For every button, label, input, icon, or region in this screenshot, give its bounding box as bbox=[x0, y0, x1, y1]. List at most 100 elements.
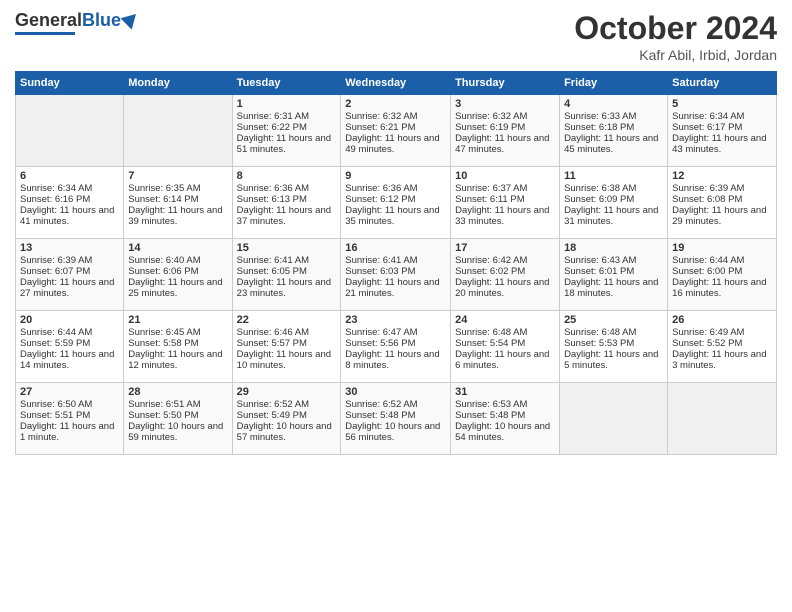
weekday-header: Friday bbox=[560, 72, 668, 95]
sunrise-text: Sunrise: 6:46 AM bbox=[237, 327, 337, 338]
sunset-text: Sunset: 6:00 PM bbox=[672, 266, 772, 277]
sunset-text: Sunset: 6:08 PM bbox=[672, 194, 772, 205]
day-number: 18 bbox=[564, 242, 663, 254]
calendar-cell: 15Sunrise: 6:41 AMSunset: 6:05 PMDayligh… bbox=[232, 239, 341, 311]
sunrise-text: Sunrise: 6:45 AM bbox=[128, 327, 227, 338]
daylight-text: Daylight: 11 hours and 18 minutes. bbox=[564, 277, 663, 299]
sunset-text: Sunset: 5:57 PM bbox=[237, 338, 337, 349]
calendar-cell: 25Sunrise: 6:48 AMSunset: 5:53 PMDayligh… bbox=[560, 311, 668, 383]
sunset-text: Sunset: 5:50 PM bbox=[128, 410, 227, 421]
day-number: 24 bbox=[455, 314, 555, 326]
calendar-week-row: 1Sunrise: 6:31 AMSunset: 6:22 PMDaylight… bbox=[16, 95, 777, 167]
calendar-cell: 31Sunrise: 6:53 AMSunset: 5:48 PMDayligh… bbox=[451, 383, 560, 455]
weekday-header: Monday bbox=[124, 72, 232, 95]
calendar-week-row: 27Sunrise: 6:50 AMSunset: 5:51 PMDayligh… bbox=[16, 383, 777, 455]
calendar-week-row: 20Sunrise: 6:44 AMSunset: 5:59 PMDayligh… bbox=[16, 311, 777, 383]
sunset-text: Sunset: 6:03 PM bbox=[345, 266, 446, 277]
day-number: 8 bbox=[237, 170, 337, 182]
calendar-cell: 16Sunrise: 6:41 AMSunset: 6:03 PMDayligh… bbox=[341, 239, 451, 311]
daylight-text: Daylight: 10 hours and 56 minutes. bbox=[345, 421, 446, 443]
logo-blue-text: Blue bbox=[82, 10, 121, 31]
daylight-text: Daylight: 11 hours and 25 minutes. bbox=[128, 277, 227, 299]
sunset-text: Sunset: 5:59 PM bbox=[20, 338, 119, 349]
day-number: 28 bbox=[128, 386, 227, 398]
calendar-table: SundayMondayTuesdayWednesdayThursdayFrid… bbox=[15, 71, 777, 455]
title-block: October 2024 Kafr Abil, Irbid, Jordan bbox=[574, 10, 777, 63]
daylight-text: Daylight: 11 hours and 33 minutes. bbox=[455, 205, 555, 227]
calendar-cell: 18Sunrise: 6:43 AMSunset: 6:01 PMDayligh… bbox=[560, 239, 668, 311]
day-number: 21 bbox=[128, 314, 227, 326]
sunset-text: Sunset: 5:51 PM bbox=[20, 410, 119, 421]
day-number: 25 bbox=[564, 314, 663, 326]
calendar-cell: 1Sunrise: 6:31 AMSunset: 6:22 PMDaylight… bbox=[232, 95, 341, 167]
sunrise-text: Sunrise: 6:38 AM bbox=[564, 183, 663, 194]
sunrise-text: Sunrise: 6:34 AM bbox=[20, 183, 119, 194]
sunset-text: Sunset: 6:17 PM bbox=[672, 122, 772, 133]
day-number: 15 bbox=[237, 242, 337, 254]
sunrise-text: Sunrise: 6:51 AM bbox=[128, 399, 227, 410]
sunset-text: Sunset: 6:01 PM bbox=[564, 266, 663, 277]
sunset-text: Sunset: 6:06 PM bbox=[128, 266, 227, 277]
calendar-cell: 30Sunrise: 6:52 AMSunset: 5:48 PMDayligh… bbox=[341, 383, 451, 455]
daylight-text: Daylight: 11 hours and 41 minutes. bbox=[20, 205, 119, 227]
daylight-text: Daylight: 11 hours and 43 minutes. bbox=[672, 133, 772, 155]
day-number: 1 bbox=[237, 98, 337, 110]
page-header: General Blue October 2024 Kafr Abil, Irb… bbox=[15, 10, 777, 63]
logo-general-text: General bbox=[15, 10, 82, 31]
calendar-cell bbox=[560, 383, 668, 455]
sunrise-text: Sunrise: 6:31 AM bbox=[237, 111, 337, 122]
daylight-text: Daylight: 11 hours and 5 minutes. bbox=[564, 349, 663, 371]
sunset-text: Sunset: 5:56 PM bbox=[345, 338, 446, 349]
daylight-text: Daylight: 11 hours and 35 minutes. bbox=[345, 205, 446, 227]
sunrise-text: Sunrise: 6:49 AM bbox=[672, 327, 772, 338]
daylight-text: Daylight: 11 hours and 10 minutes. bbox=[237, 349, 337, 371]
day-number: 3 bbox=[455, 98, 555, 110]
calendar-cell: 9Sunrise: 6:36 AMSunset: 6:12 PMDaylight… bbox=[341, 167, 451, 239]
calendar-cell: 14Sunrise: 6:40 AMSunset: 6:06 PMDayligh… bbox=[124, 239, 232, 311]
sunrise-text: Sunrise: 6:35 AM bbox=[128, 183, 227, 194]
sunrise-text: Sunrise: 6:52 AM bbox=[345, 399, 446, 410]
day-number: 2 bbox=[345, 98, 446, 110]
calendar-cell: 21Sunrise: 6:45 AMSunset: 5:58 PMDayligh… bbox=[124, 311, 232, 383]
logo: General Blue bbox=[15, 10, 139, 35]
sunset-text: Sunset: 5:58 PM bbox=[128, 338, 227, 349]
sunset-text: Sunset: 6:12 PM bbox=[345, 194, 446, 205]
day-number: 26 bbox=[672, 314, 772, 326]
calendar-cell bbox=[16, 95, 124, 167]
sunrise-text: Sunrise: 6:44 AM bbox=[672, 255, 772, 266]
sunset-text: Sunset: 6:19 PM bbox=[455, 122, 555, 133]
weekday-header: Tuesday bbox=[232, 72, 341, 95]
calendar-cell: 26Sunrise: 6:49 AMSunset: 5:52 PMDayligh… bbox=[668, 311, 777, 383]
day-number: 4 bbox=[564, 98, 663, 110]
calendar-cell: 22Sunrise: 6:46 AMSunset: 5:57 PMDayligh… bbox=[232, 311, 341, 383]
sunset-text: Sunset: 6:16 PM bbox=[20, 194, 119, 205]
logo-underline bbox=[15, 32, 75, 35]
day-number: 20 bbox=[20, 314, 119, 326]
daylight-text: Daylight: 11 hours and 47 minutes. bbox=[455, 133, 555, 155]
sunset-text: Sunset: 6:14 PM bbox=[128, 194, 227, 205]
day-number: 11 bbox=[564, 170, 663, 182]
calendar-cell: 2Sunrise: 6:32 AMSunset: 6:21 PMDaylight… bbox=[341, 95, 451, 167]
sunrise-text: Sunrise: 6:34 AM bbox=[672, 111, 772, 122]
calendar-cell: 8Sunrise: 6:36 AMSunset: 6:13 PMDaylight… bbox=[232, 167, 341, 239]
sunset-text: Sunset: 6:13 PM bbox=[237, 194, 337, 205]
daylight-text: Daylight: 10 hours and 57 minutes. bbox=[237, 421, 337, 443]
day-number: 9 bbox=[345, 170, 446, 182]
calendar-cell: 7Sunrise: 6:35 AMSunset: 6:14 PMDaylight… bbox=[124, 167, 232, 239]
daylight-text: Daylight: 11 hours and 45 minutes. bbox=[564, 133, 663, 155]
weekday-header: Thursday bbox=[451, 72, 560, 95]
sunset-text: Sunset: 6:05 PM bbox=[237, 266, 337, 277]
sunrise-text: Sunrise: 6:41 AM bbox=[345, 255, 446, 266]
sunset-text: Sunset: 5:48 PM bbox=[455, 410, 555, 421]
daylight-text: Daylight: 11 hours and 21 minutes. bbox=[345, 277, 446, 299]
sunrise-text: Sunrise: 6:48 AM bbox=[564, 327, 663, 338]
sunset-text: Sunset: 5:49 PM bbox=[237, 410, 337, 421]
daylight-text: Daylight: 11 hours and 16 minutes. bbox=[672, 277, 772, 299]
sunset-text: Sunset: 5:52 PM bbox=[672, 338, 772, 349]
calendar-cell: 20Sunrise: 6:44 AMSunset: 5:59 PMDayligh… bbox=[16, 311, 124, 383]
daylight-text: Daylight: 11 hours and 12 minutes. bbox=[128, 349, 227, 371]
day-number: 19 bbox=[672, 242, 772, 254]
day-number: 31 bbox=[455, 386, 555, 398]
weekday-header: Wednesday bbox=[341, 72, 451, 95]
calendar-cell: 24Sunrise: 6:48 AMSunset: 5:54 PMDayligh… bbox=[451, 311, 560, 383]
